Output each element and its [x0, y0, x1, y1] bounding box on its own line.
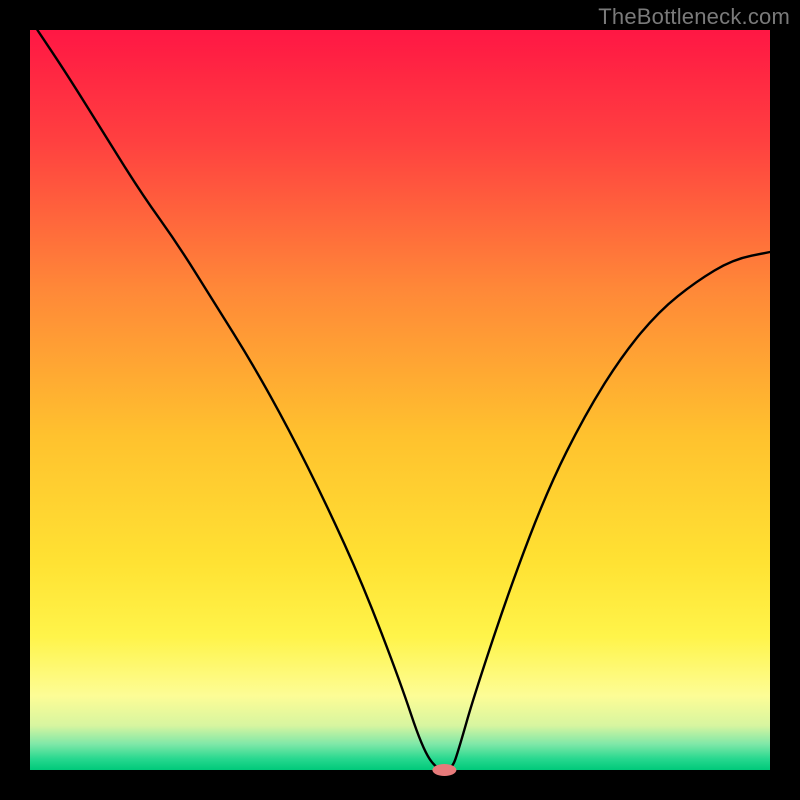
chart-frame: TheBottleneck.com [0, 0, 800, 800]
bottleneck-chart [0, 0, 800, 800]
optimal-marker [432, 764, 456, 776]
chart-background [30, 30, 770, 770]
watermark-text: TheBottleneck.com [598, 4, 790, 30]
